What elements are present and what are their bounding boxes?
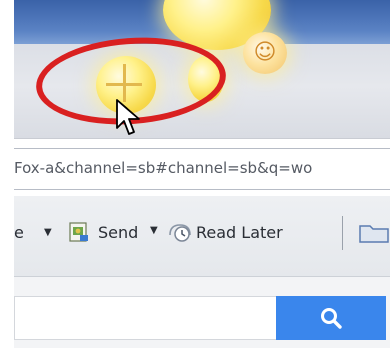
left-margin (0, 0, 14, 348)
folder-icon[interactable] (358, 222, 390, 244)
toolbar-separator (342, 216, 343, 250)
chevron-down-icon[interactable]: ▼ (44, 220, 52, 246)
smiley-face-icon: ☺ (253, 40, 277, 65)
search-input[interactable] (14, 296, 276, 340)
send-dropdown-icon[interactable]: ▼ (150, 218, 158, 244)
address-url-text: Fox-a&channel=sb#channel=sb&q=wo (14, 159, 313, 177)
read-later-clock-icon[interactable] (168, 221, 192, 243)
mouse-pointer-icon (116, 99, 140, 135)
bookmarks-toolbar: e ▼ Send ▼ Read Later (14, 196, 390, 277)
toolbar-partial-label[interactable]: e (14, 220, 24, 246)
address-bar[interactable]: Fox-a&channel=sb#channel=sb&q=wo (14, 148, 390, 190)
send-button[interactable]: Send (98, 220, 138, 246)
search-button[interactable] (276, 296, 386, 340)
read-later-button[interactable]: Read Later (196, 220, 283, 246)
search-icon (321, 308, 342, 329)
send-page-icon[interactable] (68, 221, 90, 243)
